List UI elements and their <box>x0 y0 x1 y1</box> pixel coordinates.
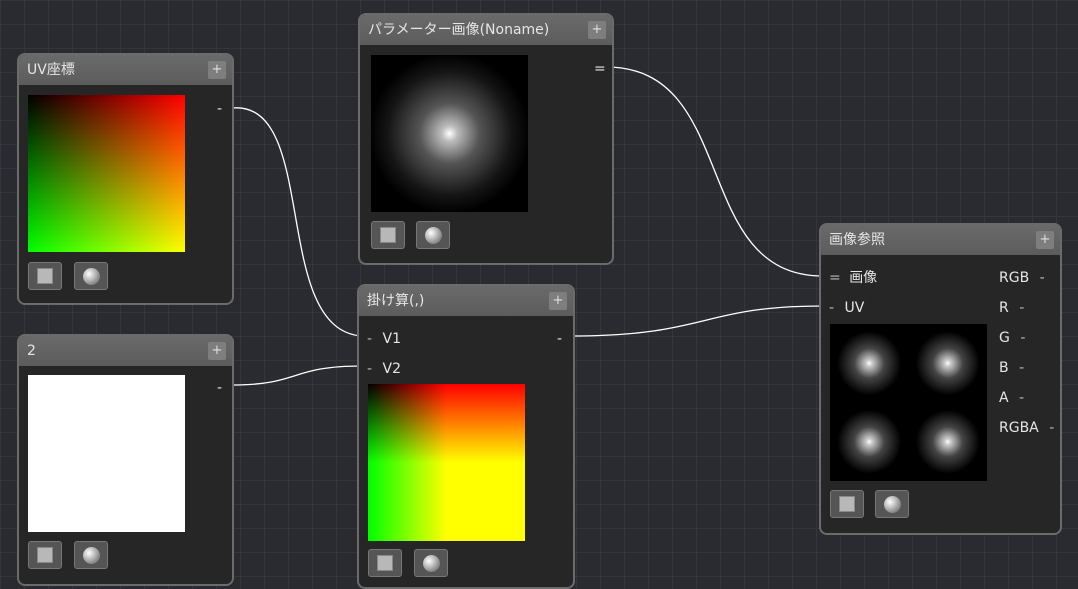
square-icon <box>839 496 855 512</box>
sphere-preview-button[interactable] <box>414 549 448 577</box>
port-mark: - <box>367 361 373 377</box>
add-button[interactable]: + <box>1036 231 1054 249</box>
port-mark: - <box>1019 360 1025 376</box>
node-title: 画像参照 <box>829 232 885 248</box>
sphere-preview-button[interactable] <box>74 262 108 290</box>
uv-gradient-preview <box>28 95 185 252</box>
param-image-node[interactable]: パラメーター画像(Noname) + = <box>358 13 614 265</box>
output-port-rgb[interactable]: RGB - <box>999 270 1045 286</box>
output-port-b[interactable]: B - <box>999 360 1024 376</box>
constant-two-node[interactable]: 2 + - <box>17 334 234 586</box>
white-preview <box>28 375 185 532</box>
port-label: R <box>999 300 1009 316</box>
square-icon <box>377 555 393 571</box>
sphere-icon <box>425 227 442 244</box>
port-mark: - <box>1019 390 1025 406</box>
flat-preview-button[interactable] <box>830 490 864 518</box>
port-mark: - <box>829 300 835 316</box>
input-port-uv[interactable]: - UV <box>829 300 864 316</box>
port-mark: = <box>829 270 841 286</box>
port-mark: - <box>1039 270 1045 286</box>
output-port-a[interactable]: A - <box>999 390 1024 406</box>
multiply-gradient-preview <box>368 384 525 541</box>
square-icon <box>380 227 396 243</box>
output-port-g[interactable]: G - <box>999 330 1025 346</box>
port-mark: - <box>1019 300 1025 316</box>
wire-uv-to-v1[interactable] <box>231 107 363 337</box>
add-button[interactable]: + <box>208 342 226 360</box>
add-button[interactable]: + <box>549 292 567 310</box>
port-mark: - <box>367 331 373 347</box>
tiled-glow-preview <box>830 324 987 481</box>
sphere-icon <box>423 555 440 572</box>
constant-two-node-header[interactable]: 2 + <box>19 336 232 366</box>
output-port[interactable]: = <box>594 61 606 77</box>
sphere-icon <box>884 496 901 513</box>
output-port[interactable]: - <box>217 101 222 117</box>
output-port[interactable]: - <box>557 331 562 347</box>
input-port-image[interactable]: = 画像 <box>829 270 877 286</box>
node-title: パラメーター画像(Noname) <box>368 22 550 38</box>
port-label: V2 <box>382 361 401 377</box>
port-label: B <box>999 360 1009 376</box>
add-button[interactable]: + <box>588 21 606 39</box>
sphere-preview-button[interactable] <box>875 490 909 518</box>
sphere-preview-button[interactable] <box>416 221 450 249</box>
node-title: 2 <box>27 343 36 359</box>
node-title: UV座標 <box>27 62 75 78</box>
wire-param-to-image[interactable] <box>605 66 824 277</box>
image-reference-node[interactable]: 画像参照 + = 画像 - UV RGB - R - G - B - A - R… <box>819 223 1062 535</box>
output-port-r[interactable]: R - <box>999 300 1024 316</box>
node-title: 掛け算(,) <box>367 293 425 309</box>
wire-two-to-v2[interactable] <box>231 365 363 386</box>
add-button[interactable]: + <box>208 61 226 79</box>
radial-glow-preview <box>371 55 528 212</box>
square-icon <box>37 268 53 284</box>
output-port[interactable]: - <box>217 380 222 396</box>
sphere-preview-button[interactable] <box>74 541 108 569</box>
input-port-v1[interactable]: - V1 <box>367 331 401 347</box>
sphere-icon <box>83 268 100 285</box>
flat-preview-button[interactable] <box>368 549 402 577</box>
input-port-v2[interactable]: - V2 <box>367 361 401 377</box>
port-mark: - <box>1049 420 1055 436</box>
output-port-rgba[interactable]: RGBA - <box>999 420 1054 436</box>
port-label: 画像 <box>849 270 878 286</box>
flat-preview-button[interactable] <box>28 262 62 290</box>
port-label: A <box>999 390 1009 406</box>
param-image-node-header[interactable]: パラメーター画像(Noname) + <box>360 15 612 45</box>
image-reference-node-header[interactable]: 画像参照 + <box>821 225 1060 255</box>
multiply-node[interactable]: 掛け算(,) + - V1 - V2 - <box>357 284 575 589</box>
port-label: RGB <box>999 270 1030 286</box>
flat-preview-button[interactable] <box>28 541 62 569</box>
port-label: RGBA <box>999 420 1039 436</box>
port-mark: - <box>1020 330 1026 346</box>
flat-preview-button[interactable] <box>371 221 405 249</box>
port-label: V1 <box>382 331 401 347</box>
multiply-node-header[interactable]: 掛け算(,) + <box>359 286 573 316</box>
uv-coord-node-header[interactable]: UV座標 + <box>19 55 232 85</box>
port-label: UV <box>844 300 865 316</box>
square-icon <box>37 547 53 563</box>
sphere-icon <box>83 547 100 564</box>
uv-coord-node[interactable]: UV座標 + - <box>17 53 234 305</box>
port-label: G <box>999 330 1010 346</box>
wire-mul-to-uv[interactable] <box>569 305 824 337</box>
